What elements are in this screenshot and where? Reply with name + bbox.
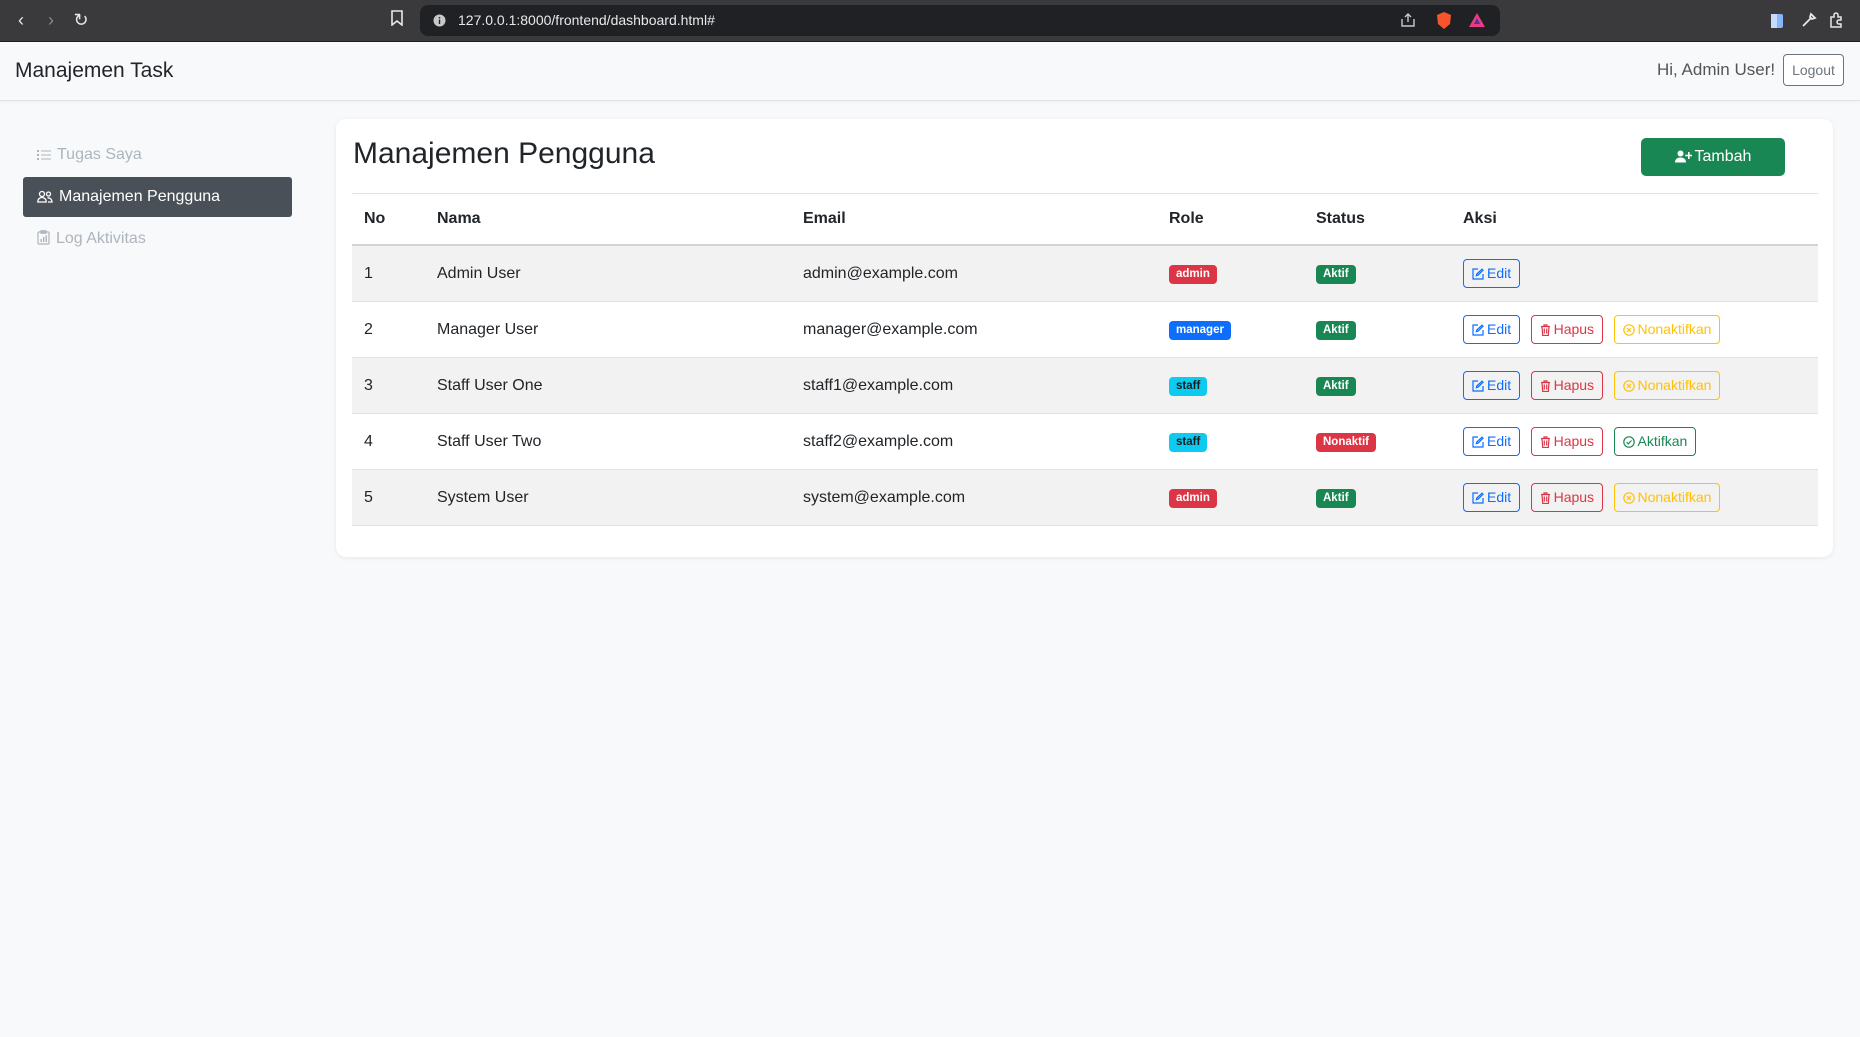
app-navbar: Manajemen Task Hi, Admin User! Logout bbox=[0, 42, 1860, 101]
table-row: 4 Staff User Two staff2@example.com staf… bbox=[352, 413, 1818, 470]
check-circle-icon bbox=[1622, 436, 1635, 448]
deactivate-button[interactable]: Nonaktifkan bbox=[1613, 483, 1721, 512]
share-icon[interactable] bbox=[1400, 13, 1416, 28]
user-greeting: Hi, Admin User! bbox=[1657, 60, 1776, 79]
x-circle-icon bbox=[1622, 492, 1635, 504]
deactivate-button[interactable]: Nonaktifkan bbox=[1613, 371, 1721, 400]
delete-button[interactable]: Hapus bbox=[1530, 315, 1604, 344]
table-row: 5 System User system@example.com admin A… bbox=[352, 469, 1818, 526]
edit-button[interactable]: Edit bbox=[1463, 371, 1521, 400]
role-badge: staff bbox=[1169, 432, 1208, 452]
pencil-square-icon bbox=[1472, 268, 1484, 280]
logout-button[interactable]: Logout bbox=[1783, 54, 1844, 86]
clipboard-chart-icon bbox=[37, 230, 50, 245]
column-header-email: Email bbox=[791, 193, 1157, 246]
cell-email: admin@example.com bbox=[791, 245, 1157, 302]
cell-email: staff2@example.com bbox=[791, 413, 1157, 470]
trash-icon bbox=[1540, 380, 1550, 393]
page-title: Manajemen Pengguna bbox=[353, 137, 655, 170]
cell-name: Admin User bbox=[425, 245, 791, 302]
table-row: 2 Manager User manager@example.com manag… bbox=[352, 301, 1818, 358]
back-icon[interactable]: ‹ bbox=[10, 9, 32, 31]
cell-no: 3 bbox=[352, 357, 425, 414]
sidebar-item-label: Log Aktivitas bbox=[56, 230, 146, 247]
cell-no: 2 bbox=[352, 301, 425, 358]
users-table: No Nama Email Role Status Aksi 1 Admin U… bbox=[352, 193, 1818, 526]
role-badge: admin bbox=[1169, 488, 1217, 508]
cell-name: System User bbox=[425, 469, 791, 526]
table-header-row: No Nama Email Role Status Aksi bbox=[352, 193, 1818, 246]
delete-button[interactable]: Hapus bbox=[1530, 483, 1604, 512]
delete-button[interactable]: Hapus bbox=[1530, 427, 1604, 456]
column-header-status: Status bbox=[1304, 193, 1451, 246]
edit-button[interactable]: Edit bbox=[1463, 483, 1521, 512]
cell-no: 1 bbox=[352, 245, 425, 302]
table-row: 1 Admin User admin@example.com admin Akt… bbox=[352, 245, 1818, 302]
cell-email: system@example.com bbox=[791, 469, 1157, 526]
brave-rewards-icon[interactable] bbox=[1468, 12, 1486, 28]
column-header-no: No bbox=[352, 193, 425, 246]
reload-icon[interactable]: ↻ bbox=[70, 9, 92, 31]
sidebar-item-label: Tugas Saya bbox=[57, 146, 142, 163]
pencil-square-icon bbox=[1472, 380, 1484, 392]
column-header-nama: Nama bbox=[425, 193, 791, 246]
add-user-button[interactable]: Tambah Pengguna bbox=[1641, 138, 1785, 203]
deactivate-button[interactable]: Nonaktifkan bbox=[1613, 315, 1721, 344]
cell-name: Manager User bbox=[425, 301, 791, 358]
sidebar-item-tugas-saya[interactable]: Tugas Saya bbox=[23, 135, 292, 175]
role-badge: manager bbox=[1169, 320, 1231, 340]
status-badge: Aktif bbox=[1316, 320, 1356, 340]
sidebar: Tugas Saya Manajemen Pengguna Log Aktivi… bbox=[23, 135, 292, 261]
cell-name: Staff User One bbox=[425, 357, 791, 414]
pencil-square-icon bbox=[1472, 492, 1484, 504]
sidebar-item-manajemen-pengguna[interactable]: Manajemen Pengguna bbox=[23, 177, 292, 217]
pencil-square-icon bbox=[1472, 324, 1484, 336]
status-badge: Aktif bbox=[1316, 488, 1356, 508]
x-circle-icon bbox=[1622, 324, 1635, 336]
brand-title[interactable]: Manajemen Task bbox=[15, 59, 173, 83]
trash-icon bbox=[1540, 436, 1550, 449]
sidebar-item-log-aktivitas[interactable]: Log Aktivitas bbox=[23, 219, 292, 259]
activate-button[interactable]: Aktifkan bbox=[1613, 427, 1697, 456]
delete-button[interactable]: Hapus bbox=[1530, 371, 1604, 400]
browser-toolbar: ‹ › ↻ 127.0.0.1:8000/frontend/dashboard.… bbox=[0, 0, 1860, 42]
wallet-icon[interactable] bbox=[1770, 13, 1784, 29]
forward-icon[interactable]: › bbox=[40, 9, 62, 31]
brave-shield-icon[interactable] bbox=[1435, 11, 1453, 30]
table-row: 3 Staff User One staff1@example.com staf… bbox=[352, 357, 1818, 414]
cell-name: Staff User Two bbox=[425, 413, 791, 470]
cell-no: 5 bbox=[352, 469, 425, 526]
url-text: 127.0.0.1:8000/frontend/dashboard.html# bbox=[458, 12, 715, 28]
x-circle-icon bbox=[1622, 380, 1635, 392]
column-header-aksi: Aksi bbox=[1451, 193, 1818, 246]
bookmark-icon[interactable] bbox=[386, 9, 408, 31]
eyedropper-icon[interactable] bbox=[1800, 12, 1817, 29]
status-badge: Aktif bbox=[1316, 264, 1356, 284]
cell-email: manager@example.com bbox=[791, 301, 1157, 358]
person-plus-icon bbox=[1674, 150, 1692, 163]
cell-email: staff1@example.com bbox=[791, 357, 1157, 414]
role-badge: admin bbox=[1169, 264, 1217, 284]
cell-no: 4 bbox=[352, 413, 425, 470]
address-bar[interactable]: 127.0.0.1:8000/frontend/dashboard.html# bbox=[420, 5, 1500, 36]
trash-icon bbox=[1540, 492, 1550, 505]
role-badge: staff bbox=[1169, 376, 1208, 396]
status-badge: Nonaktif bbox=[1316, 432, 1376, 452]
pencil-square-icon bbox=[1472, 436, 1484, 448]
column-header-role: Role bbox=[1157, 193, 1304, 246]
sidebar-item-label: Manajemen Pengguna bbox=[59, 188, 221, 205]
extensions-icon[interactable] bbox=[1828, 12, 1845, 29]
trash-icon bbox=[1540, 324, 1550, 337]
site-info-icon[interactable] bbox=[433, 14, 446, 27]
edit-button[interactable]: Edit bbox=[1463, 427, 1521, 456]
status-badge: Aktif bbox=[1316, 376, 1356, 396]
edit-button[interactable]: Edit bbox=[1463, 259, 1521, 288]
list-icon bbox=[37, 150, 51, 160]
people-icon bbox=[37, 190, 53, 203]
users-card: Manajemen Pengguna Tambah Pengguna No Na… bbox=[336, 119, 1833, 557]
edit-button[interactable]: Edit bbox=[1463, 315, 1521, 344]
